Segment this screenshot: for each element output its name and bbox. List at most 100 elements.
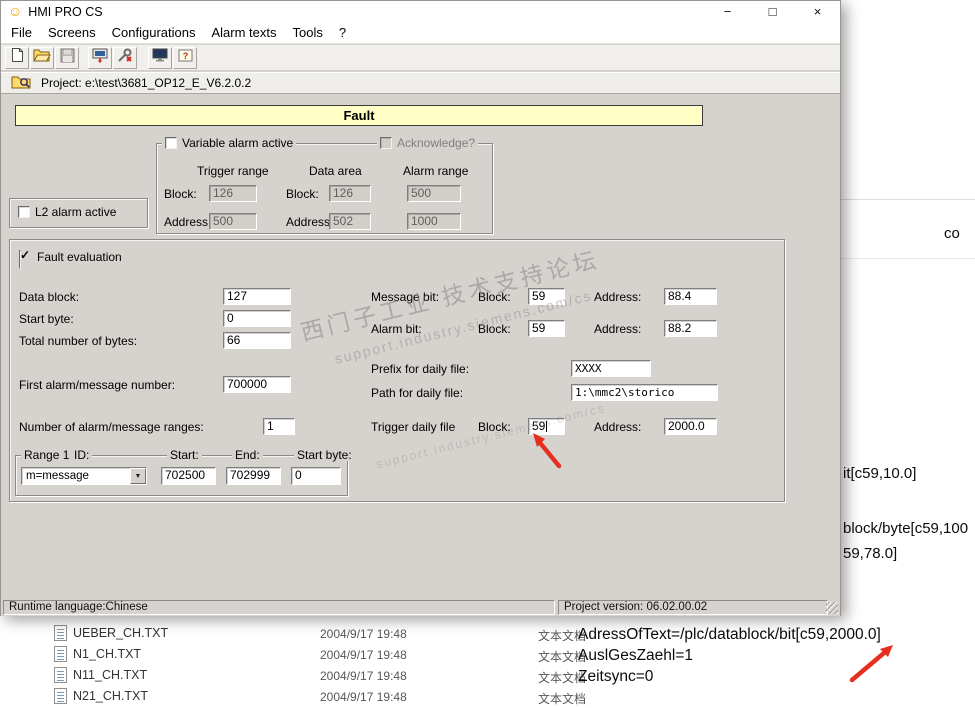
alarm-bit-block-label: Block: bbox=[478, 322, 511, 336]
trigger-daily-block-field[interactable]: 59 bbox=[528, 418, 565, 435]
variable-alarm-legend: Variable alarm active bbox=[162, 136, 297, 150]
menu-item-help[interactable]: ? bbox=[331, 22, 354, 43]
help-icon: ? bbox=[178, 48, 193, 68]
trigger-range-header: Trigger range bbox=[197, 164, 269, 178]
data-block-field-label: Data block: bbox=[19, 290, 80, 304]
start-byte-field[interactable]: 0 bbox=[223, 310, 291, 327]
alarm-range-lower-field: 1000 bbox=[407, 213, 461, 230]
data-area-block-field: 126 bbox=[329, 185, 371, 202]
toolbar: ? bbox=[1, 45, 840, 71]
trigger-daily-address-field[interactable]: 2000.0 bbox=[664, 418, 717, 435]
prefix-daily-file-field[interactable]: XXXX bbox=[571, 360, 651, 377]
text-cursor bbox=[546, 421, 548, 432]
acknowledge-label: Acknowledge? bbox=[397, 136, 476, 150]
menu-item-screens[interactable]: Screens bbox=[40, 22, 104, 43]
trigger-daily-address-label: Address: bbox=[594, 420, 642, 434]
total-bytes-field-label: Total number of bytes: bbox=[19, 334, 138, 348]
data-block-field[interactable]: 127 bbox=[223, 288, 291, 305]
new-button[interactable] bbox=[5, 46, 29, 69]
acknowledge-legend: Acknowledge? bbox=[377, 136, 479, 150]
fault-evaluation-checkbox[interactable] bbox=[19, 250, 21, 269]
alarm-bit-address-field[interactable]: 88.2 bbox=[664, 320, 717, 337]
file-date: 2004/9/17 19:48 bbox=[320, 648, 407, 662]
chevron-down-icon[interactable]: ▼ bbox=[130, 468, 146, 484]
minimize-button[interactable]: − bbox=[705, 1, 750, 22]
file-row[interactable]: N1_CH.TXT 2004/9/17 19:48 文本文档 bbox=[40, 645, 970, 665]
download-button[interactable] bbox=[88, 46, 112, 69]
ini-line: Zeitsync=0 bbox=[578, 668, 654, 685]
new-document-icon bbox=[10, 47, 25, 68]
app-window: ☺ HMI PRO CS − □ × File Screens Configur… bbox=[0, 0, 841, 616]
text-fragment: 59,78.0] bbox=[843, 545, 898, 562]
trigger-address-label: Address: bbox=[164, 215, 212, 229]
file-type: 文本文档 bbox=[538, 692, 587, 706]
message-bit-label: Message bit: bbox=[371, 290, 440, 304]
project-bar: Project: e:\test\3681_OP12_E_V6.2.0.2 bbox=[1, 72, 840, 94]
screen-button[interactable] bbox=[148, 46, 172, 69]
list-separator bbox=[841, 199, 975, 200]
path-daily-file-field[interactable]: 1:\mmc2\storico bbox=[571, 384, 718, 401]
message-bit-address-field[interactable]: 88.4 bbox=[664, 288, 717, 305]
menu-item-alarm-texts[interactable]: Alarm texts bbox=[203, 22, 284, 43]
data-area-address-field: 502 bbox=[329, 213, 371, 230]
first-alarm-number-label: First alarm/message number: bbox=[19, 378, 176, 392]
menu-item-configurations[interactable]: Configurations bbox=[104, 22, 204, 43]
text-fragment: block/byte[c59,100 bbox=[843, 520, 969, 537]
fault-evaluation-label: Fault evaluation bbox=[37, 250, 122, 264]
menubar: File Screens Configurations Alarm texts … bbox=[1, 22, 840, 44]
text-file-icon bbox=[54, 688, 67, 704]
close-button[interactable]: × bbox=[795, 1, 840, 22]
range1-end-label: End: bbox=[232, 448, 263, 462]
trigger-range-block-field: 126 bbox=[209, 185, 257, 202]
range1-start-byte-field[interactable]: 0 bbox=[291, 467, 341, 485]
num-ranges-field[interactable]: 1 bbox=[263, 418, 295, 435]
file-name: UEBER_CH.TXT bbox=[73, 626, 169, 640]
save-button[interactable] bbox=[55, 46, 79, 69]
prefix-daily-file-label: Prefix for daily file: bbox=[371, 362, 470, 376]
list-separator bbox=[841, 258, 975, 259]
path-daily-file-label: Path for daily file: bbox=[371, 386, 464, 400]
range1-start-byte-label: Start byte: bbox=[294, 448, 355, 462]
range1-end-field[interactable]: 702999 bbox=[226, 467, 281, 485]
settings-button[interactable] bbox=[113, 46, 137, 69]
project-path-label: Project: e:\test\3681_OP12_E_V6.2.0.2 bbox=[41, 76, 252, 90]
trigger-daily-file-label: Trigger daily file bbox=[371, 420, 456, 434]
variable-alarm-checkbox[interactable] bbox=[165, 137, 177, 149]
screen-icon bbox=[152, 48, 168, 67]
statusbar: Runtime language:Chinese Project version… bbox=[1, 599, 840, 616]
first-alarm-number-field[interactable]: 700000 bbox=[223, 376, 291, 393]
open-folder-icon bbox=[33, 48, 51, 67]
resize-grip[interactable] bbox=[826, 602, 838, 614]
trigger-daily-block-label: Block: bbox=[478, 420, 511, 434]
fault-banner: Fault bbox=[15, 105, 703, 126]
text-file-icon bbox=[54, 625, 67, 641]
range1-id-label: ID: bbox=[71, 448, 93, 462]
ini-line: AdressOfText=/plc/datablock/bit[c59,2000… bbox=[578, 626, 881, 643]
total-bytes-field[interactable]: 66 bbox=[223, 332, 291, 349]
variable-alarm-label: Variable alarm active bbox=[182, 136, 294, 150]
status-project-version: Project version: 06.02.00.02 bbox=[558, 600, 828, 615]
start-byte-field-label: Start byte: bbox=[19, 312, 74, 326]
project-folder-icon bbox=[11, 74, 31, 92]
alarm-bit-label: Alarm bit: bbox=[371, 322, 422, 336]
range1-id-select[interactable]: m=message ▼ bbox=[21, 467, 147, 485]
file-date: 2004/9/17 19:48 bbox=[320, 690, 407, 704]
maximize-button[interactable]: □ bbox=[750, 1, 795, 22]
help-button[interactable]: ? bbox=[173, 46, 197, 69]
menu-item-tools[interactable]: Tools bbox=[285, 22, 331, 43]
data-address-label: Address: bbox=[286, 215, 334, 229]
message-bit-address-label: Address: bbox=[594, 290, 642, 304]
range1-start-field[interactable]: 702500 bbox=[161, 467, 216, 485]
save-icon bbox=[60, 48, 75, 68]
file-row[interactable]: N21_CH.TXT 2004/9/17 19:48 文本文档 bbox=[40, 687, 970, 707]
message-bit-block-field[interactable]: 59 bbox=[528, 288, 565, 305]
open-button[interactable] bbox=[30, 46, 54, 69]
alarm-bit-block-field[interactable]: 59 bbox=[528, 320, 565, 337]
file-row[interactable]: N11_CH.TXT 2004/9/17 19:48 文本文档 bbox=[40, 666, 970, 686]
l2-alarm-checkbox[interactable] bbox=[18, 206, 30, 218]
acknowledge-checkbox bbox=[380, 137, 392, 149]
menu-item-file[interactable]: File bbox=[3, 22, 40, 43]
alarm-range-header: Alarm range bbox=[403, 164, 469, 178]
status-runtime-language: Runtime language:Chinese bbox=[3, 600, 555, 615]
ini-line: AuslGesZaehl=1 bbox=[578, 647, 694, 664]
